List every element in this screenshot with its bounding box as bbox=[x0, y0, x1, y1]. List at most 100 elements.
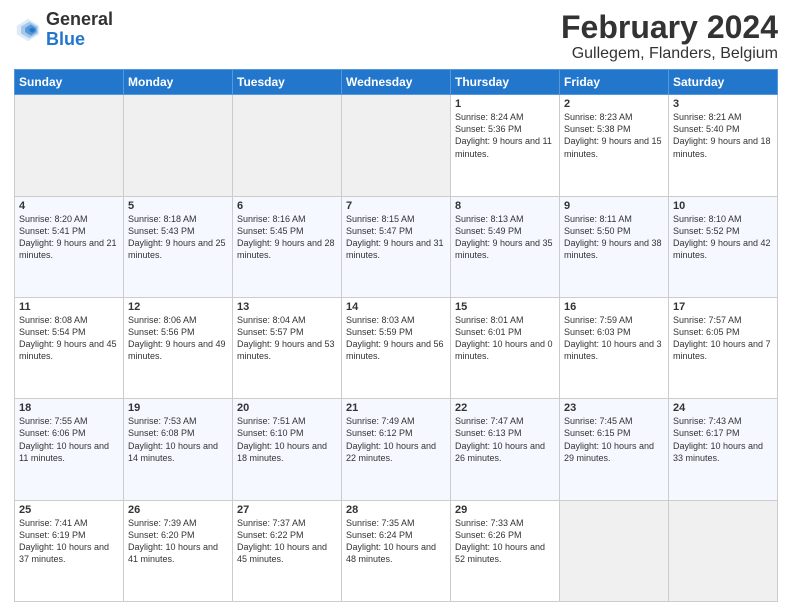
logo: General Blue bbox=[14, 10, 113, 50]
table-row: 19Sunrise: 7:53 AM Sunset: 6:08 PM Dayli… bbox=[124, 399, 233, 500]
day-number: 21 bbox=[346, 402, 446, 414]
table-row: 9Sunrise: 8:11 AM Sunset: 5:50 PM Daylig… bbox=[560, 196, 669, 297]
table-row: 25Sunrise: 7:41 AM Sunset: 6:19 PM Dayli… bbox=[15, 500, 124, 601]
header: General Blue February 2024 Gullegem, Fla… bbox=[14, 10, 778, 63]
table-row: 16Sunrise: 7:59 AM Sunset: 6:03 PM Dayli… bbox=[560, 297, 669, 398]
day-number: 2 bbox=[564, 98, 664, 110]
day-info: Sunrise: 8:23 AM Sunset: 5:38 PM Dayligh… bbox=[564, 111, 664, 160]
table-row: 11Sunrise: 8:08 AM Sunset: 5:54 PM Dayli… bbox=[15, 297, 124, 398]
week-row-0: 1Sunrise: 8:24 AM Sunset: 5:36 PM Daylig… bbox=[15, 95, 778, 196]
header-saturday: Saturday bbox=[669, 70, 778, 95]
logo-icon bbox=[14, 16, 42, 44]
day-info: Sunrise: 7:47 AM Sunset: 6:13 PM Dayligh… bbox=[455, 415, 555, 464]
table-row: 7Sunrise: 8:15 AM Sunset: 5:47 PM Daylig… bbox=[342, 196, 451, 297]
day-info: Sunrise: 8:15 AM Sunset: 5:47 PM Dayligh… bbox=[346, 213, 446, 262]
day-info: Sunrise: 7:41 AM Sunset: 6:19 PM Dayligh… bbox=[19, 517, 119, 566]
table-row: 1Sunrise: 8:24 AM Sunset: 5:36 PM Daylig… bbox=[451, 95, 560, 196]
day-info: Sunrise: 7:51 AM Sunset: 6:10 PM Dayligh… bbox=[237, 415, 337, 464]
day-number: 19 bbox=[128, 402, 228, 414]
table-row: 17Sunrise: 7:57 AM Sunset: 6:05 PM Dayli… bbox=[669, 297, 778, 398]
day-info: Sunrise: 8:03 AM Sunset: 5:59 PM Dayligh… bbox=[346, 314, 446, 363]
day-number: 26 bbox=[128, 504, 228, 516]
header-wednesday: Wednesday bbox=[342, 70, 451, 95]
table-row bbox=[15, 95, 124, 196]
table-row: 10Sunrise: 8:10 AM Sunset: 5:52 PM Dayli… bbox=[669, 196, 778, 297]
day-info: Sunrise: 7:55 AM Sunset: 6:06 PM Dayligh… bbox=[19, 415, 119, 464]
day-number: 20 bbox=[237, 402, 337, 414]
day-number: 11 bbox=[19, 301, 119, 313]
day-info: Sunrise: 7:35 AM Sunset: 6:24 PM Dayligh… bbox=[346, 517, 446, 566]
table-row: 28Sunrise: 7:35 AM Sunset: 6:24 PM Dayli… bbox=[342, 500, 451, 601]
day-info: Sunrise: 7:49 AM Sunset: 6:12 PM Dayligh… bbox=[346, 415, 446, 464]
day-number: 27 bbox=[237, 504, 337, 516]
logo-blue-text: Blue bbox=[46, 30, 113, 50]
logo-general-text: General bbox=[46, 10, 113, 30]
month-title: February 2024 bbox=[561, 10, 778, 45]
title-block: February 2024 Gullegem, Flanders, Belgiu… bbox=[561, 10, 778, 63]
week-row-1: 4Sunrise: 8:20 AM Sunset: 5:41 PM Daylig… bbox=[15, 196, 778, 297]
table-row: 13Sunrise: 8:04 AM Sunset: 5:57 PM Dayli… bbox=[233, 297, 342, 398]
day-number: 9 bbox=[564, 200, 664, 212]
day-number: 13 bbox=[237, 301, 337, 313]
table-row: 27Sunrise: 7:37 AM Sunset: 6:22 PM Dayli… bbox=[233, 500, 342, 601]
day-info: Sunrise: 8:10 AM Sunset: 5:52 PM Dayligh… bbox=[673, 213, 773, 262]
table-row: 22Sunrise: 7:47 AM Sunset: 6:13 PM Dayli… bbox=[451, 399, 560, 500]
day-info: Sunrise: 8:11 AM Sunset: 5:50 PM Dayligh… bbox=[564, 213, 664, 262]
day-info: Sunrise: 8:06 AM Sunset: 5:56 PM Dayligh… bbox=[128, 314, 228, 363]
day-number: 6 bbox=[237, 200, 337, 212]
day-number: 25 bbox=[19, 504, 119, 516]
page: General Blue February 2024 Gullegem, Fla… bbox=[0, 0, 792, 612]
day-number: 12 bbox=[128, 301, 228, 313]
table-row bbox=[342, 95, 451, 196]
day-info: Sunrise: 7:33 AM Sunset: 6:26 PM Dayligh… bbox=[455, 517, 555, 566]
table-row: 5Sunrise: 8:18 AM Sunset: 5:43 PM Daylig… bbox=[124, 196, 233, 297]
day-info: Sunrise: 8:24 AM Sunset: 5:36 PM Dayligh… bbox=[455, 111, 555, 160]
calendar-table: Sunday Monday Tuesday Wednesday Thursday… bbox=[14, 69, 778, 602]
table-row: 8Sunrise: 8:13 AM Sunset: 5:49 PM Daylig… bbox=[451, 196, 560, 297]
day-info: Sunrise: 7:57 AM Sunset: 6:05 PM Dayligh… bbox=[673, 314, 773, 363]
week-row-3: 18Sunrise: 7:55 AM Sunset: 6:06 PM Dayli… bbox=[15, 399, 778, 500]
table-row: 24Sunrise: 7:43 AM Sunset: 6:17 PM Dayli… bbox=[669, 399, 778, 500]
day-number: 15 bbox=[455, 301, 555, 313]
day-number: 24 bbox=[673, 402, 773, 414]
day-info: Sunrise: 8:04 AM Sunset: 5:57 PM Dayligh… bbox=[237, 314, 337, 363]
table-row bbox=[560, 500, 669, 601]
day-number: 29 bbox=[455, 504, 555, 516]
weekday-header-row: Sunday Monday Tuesday Wednesday Thursday… bbox=[15, 70, 778, 95]
day-number: 23 bbox=[564, 402, 664, 414]
day-number: 3 bbox=[673, 98, 773, 110]
day-number: 18 bbox=[19, 402, 119, 414]
logo-text: General Blue bbox=[46, 10, 113, 50]
table-row: 23Sunrise: 7:45 AM Sunset: 6:15 PM Dayli… bbox=[560, 399, 669, 500]
day-info: Sunrise: 8:18 AM Sunset: 5:43 PM Dayligh… bbox=[128, 213, 228, 262]
table-row: 29Sunrise: 7:33 AM Sunset: 6:26 PM Dayli… bbox=[451, 500, 560, 601]
table-row: 20Sunrise: 7:51 AM Sunset: 6:10 PM Dayli… bbox=[233, 399, 342, 500]
day-number: 22 bbox=[455, 402, 555, 414]
day-info: Sunrise: 8:08 AM Sunset: 5:54 PM Dayligh… bbox=[19, 314, 119, 363]
day-info: Sunrise: 7:59 AM Sunset: 6:03 PM Dayligh… bbox=[564, 314, 664, 363]
day-info: Sunrise: 7:43 AM Sunset: 6:17 PM Dayligh… bbox=[673, 415, 773, 464]
day-info: Sunrise: 7:45 AM Sunset: 6:15 PM Dayligh… bbox=[564, 415, 664, 464]
day-number: 1 bbox=[455, 98, 555, 110]
week-row-2: 11Sunrise: 8:08 AM Sunset: 5:54 PM Dayli… bbox=[15, 297, 778, 398]
table-row: 3Sunrise: 8:21 AM Sunset: 5:40 PM Daylig… bbox=[669, 95, 778, 196]
header-sunday: Sunday bbox=[15, 70, 124, 95]
table-row bbox=[233, 95, 342, 196]
week-row-4: 25Sunrise: 7:41 AM Sunset: 6:19 PM Dayli… bbox=[15, 500, 778, 601]
table-row: 12Sunrise: 8:06 AM Sunset: 5:56 PM Dayli… bbox=[124, 297, 233, 398]
day-number: 17 bbox=[673, 301, 773, 313]
day-number: 28 bbox=[346, 504, 446, 516]
day-info: Sunrise: 8:20 AM Sunset: 5:41 PM Dayligh… bbox=[19, 213, 119, 262]
day-info: Sunrise: 7:37 AM Sunset: 6:22 PM Dayligh… bbox=[237, 517, 337, 566]
day-info: Sunrise: 8:01 AM Sunset: 6:01 PM Dayligh… bbox=[455, 314, 555, 363]
table-row: 14Sunrise: 8:03 AM Sunset: 5:59 PM Dayli… bbox=[342, 297, 451, 398]
table-row bbox=[669, 500, 778, 601]
table-row: 6Sunrise: 8:16 AM Sunset: 5:45 PM Daylig… bbox=[233, 196, 342, 297]
header-friday: Friday bbox=[560, 70, 669, 95]
table-row: 15Sunrise: 8:01 AM Sunset: 6:01 PM Dayli… bbox=[451, 297, 560, 398]
day-number: 5 bbox=[128, 200, 228, 212]
day-info: Sunrise: 8:16 AM Sunset: 5:45 PM Dayligh… bbox=[237, 213, 337, 262]
table-row: 21Sunrise: 7:49 AM Sunset: 6:12 PM Dayli… bbox=[342, 399, 451, 500]
day-number: 10 bbox=[673, 200, 773, 212]
day-info: Sunrise: 7:39 AM Sunset: 6:20 PM Dayligh… bbox=[128, 517, 228, 566]
